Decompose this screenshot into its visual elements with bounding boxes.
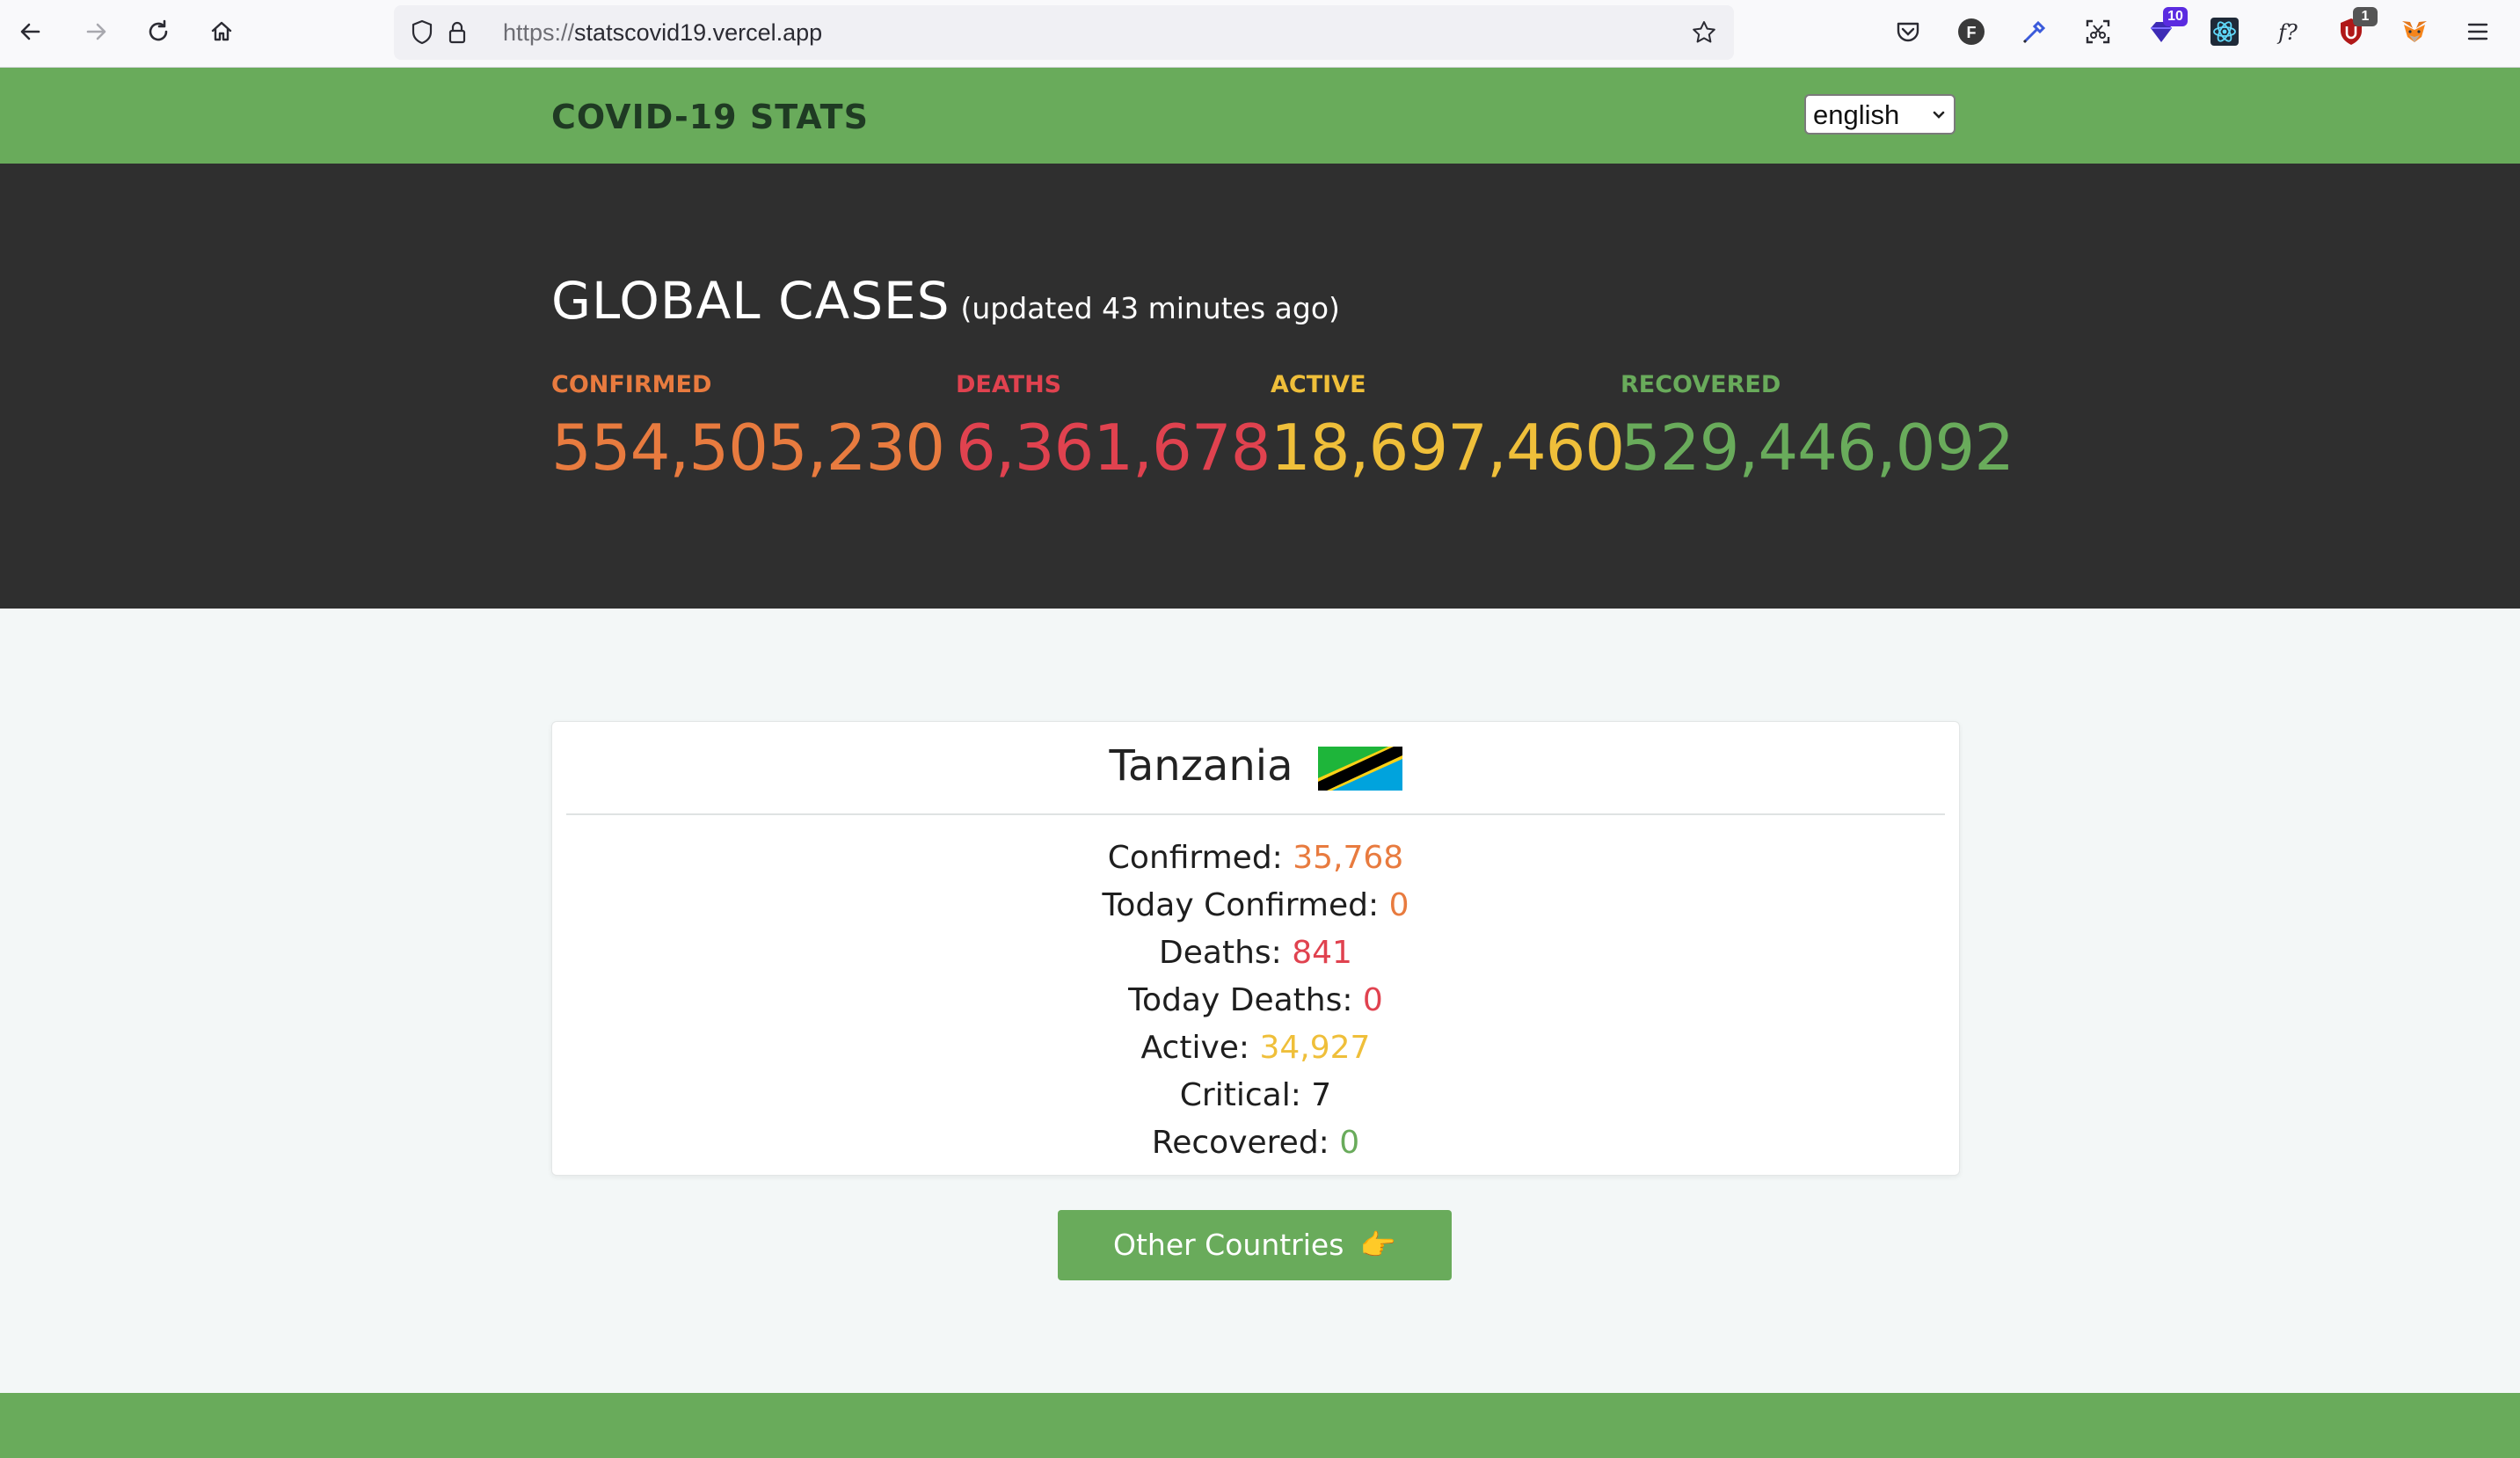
stat-row-deaths: Deaths: 841 [552, 929, 1959, 977]
site-footer [0, 1393, 2520, 1458]
stat-row-recovered: Recovered: 0 [552, 1119, 1959, 1167]
row-label: Recovered: [1151, 1125, 1340, 1161]
browser-toolbar: https://statscovid19.vercel.app F 10 f? … [0, 0, 2520, 68]
address-bar[interactable]: https://statscovid19.vercel.app [394, 5, 1734, 60]
country-stats-list: Confirmed: 35,768 Today Confirmed: 0 Dea… [552, 835, 1959, 1167]
global-cases-heading: GLOBAL CASES (updated 43 minutes ago) [551, 271, 1340, 331]
font-finder-icon[interactable]: f? [2270, 14, 2305, 49]
row-label: Today Confirmed: [1102, 887, 1389, 923]
extension-badge: 10 [2163, 7, 2188, 26]
row-value: 7 [1311, 1077, 1332, 1113]
home-icon [211, 21, 232, 41]
row-value: 841 [1292, 935, 1352, 971]
stat-row-critical: Critical: 7 [552, 1072, 1959, 1119]
lock-icon[interactable] [441, 17, 473, 48]
forward-button[interactable] [76, 12, 114, 51]
svg-text:F: F [1967, 24, 1977, 41]
row-value: 0 [1339, 1125, 1360, 1161]
tracking-protection-shield-icon[interactable] [406, 17, 438, 48]
url-text: https://statscovid19.vercel.app [503, 19, 822, 47]
global-cases-title: GLOBAL CASES [551, 271, 950, 331]
row-value: 0 [1388, 887, 1409, 923]
back-button[interactable] [12, 12, 51, 51]
back-arrow-icon [20, 23, 40, 40]
country-name: Tanzania [1109, 741, 1293, 791]
global-cases-section: GLOBAL CASES (updated 43 minutes ago) CON… [0, 164, 2520, 609]
stat-active: ACTIVE 18,697,460 [1271, 371, 1625, 485]
country-card-header: Tanzania [566, 722, 1945, 815]
row-value: 0 [1362, 982, 1383, 1018]
url-host: statscovid19.vercel.app [574, 19, 823, 46]
stat-label: RECOVERED [1621, 371, 1781, 398]
menu-icon[interactable] [2460, 14, 2495, 49]
brand-title[interactable]: COVID-19 STATS [551, 98, 869, 136]
extension-badge: 1 [2353, 7, 2378, 26]
stat-value: 554,505,230 [551, 411, 945, 485]
stat-value: 6,361,678 [956, 411, 1271, 485]
metamask-icon[interactable] [2397, 14, 2432, 49]
country-card: Tanzania Confirmed: 35,768 Today Confirm… [551, 721, 1960, 1176]
screenshot-icon[interactable] [2080, 14, 2116, 49]
stat-value: 529,446,092 [1621, 411, 2014, 485]
stat-label: DEATHS [956, 371, 1062, 398]
eyedropper-icon[interactable] [2017, 14, 2052, 49]
font-finder-label: f? [2276, 20, 2298, 45]
home-button[interactable] [202, 12, 241, 51]
site-header: COVID-19 STATS english [0, 68, 2520, 164]
stat-value: 18,697,460 [1271, 411, 1625, 485]
stat-recovered: RECOVERED 529,446,092 [1621, 371, 2014, 485]
pocket-icon[interactable] [1890, 14, 1926, 49]
stat-row-confirmed: Confirmed: 35,768 [552, 835, 1959, 882]
bookmark-star-icon[interactable] [1688, 17, 1720, 48]
row-label: Critical: [1179, 1077, 1312, 1113]
stat-confirmed: CONFIRMED 554,505,230 [551, 371, 945, 485]
tanzania-flag-icon [1317, 747, 1402, 791]
f-extension-icon[interactable]: F [1954, 14, 1989, 49]
row-label: Deaths: [1159, 935, 1293, 971]
stat-row-today-confirmed: Today Confirmed: 0 [552, 882, 1959, 929]
react-devtools-icon[interactable] [2207, 14, 2242, 49]
stat-row-today-deaths: Today Deaths: 0 [552, 977, 1959, 1024]
row-label: Confirmed: [1107, 840, 1293, 876]
country-title: Tanzania [566, 741, 1945, 791]
url-protocol: https:// [503, 19, 575, 46]
forward-arrow-icon [86, 23, 106, 40]
row-value: 35,768 [1293, 840, 1404, 876]
stat-label: ACTIVE [1271, 371, 1366, 398]
stat-deaths: DEATHS 6,361,678 [956, 371, 1271, 485]
gem-extension-icon[interactable]: 10 [2144, 7, 2188, 49]
row-label: Active: [1140, 1030, 1260, 1066]
pointing-hand-icon: 👉 [1359, 1228, 1396, 1262]
row-value: 34,927 [1259, 1030, 1371, 1066]
stat-label: CONFIRMED [551, 371, 712, 398]
other-countries-label: Other Countries [1112, 1228, 1353, 1262]
reload-button[interactable] [139, 12, 178, 51]
stat-row-active: Active: 34,927 [552, 1024, 1959, 1072]
updated-text: (updated 43 minutes ago) [960, 291, 1340, 325]
row-label: Today Deaths: [1128, 982, 1363, 1018]
other-countries-button[interactable]: Other Countries 👉 [1058, 1210, 1452, 1280]
language-select[interactable]: english [1804, 94, 1956, 135]
ublock-icon[interactable]: 1 [2334, 7, 2378, 49]
reload-icon [149, 19, 168, 41]
